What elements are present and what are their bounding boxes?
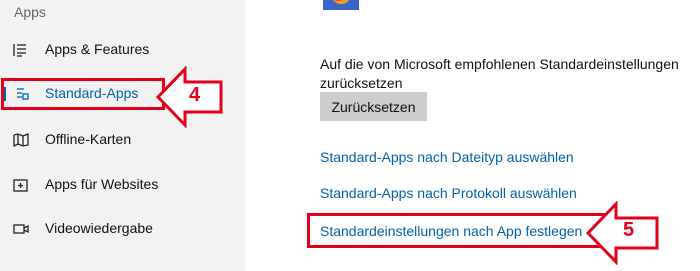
app-logo-icon (323, 0, 359, 10)
apps-features-icon (12, 42, 30, 58)
sidebar: Apps Apps & Features Standard-Apps Offli… (0, 0, 245, 271)
sidebar-item-label: Apps & Features (45, 41, 150, 57)
annotation-highlight-box (1, 78, 165, 110)
sidebar-item-apps-for-websites[interactable]: Apps für Websites (0, 170, 240, 200)
map-icon (12, 132, 30, 148)
sidebar-item-label: Videowiedergabe (45, 220, 153, 236)
website-apps-icon (12, 177, 30, 193)
annotation-highlight-box (307, 213, 609, 248)
annotation-step-4: 4 (189, 84, 201, 106)
reset-button[interactable]: Zurücksetzen (320, 92, 427, 121)
sidebar-item-label: Apps für Websites (45, 176, 159, 192)
reset-description: Auf die von Microsoft empfohlenen Standa… (320, 56, 679, 91)
sidebar-item-video-playback[interactable]: Videowiedergabe (0, 214, 240, 244)
link-choose-by-protocol[interactable]: Standard-Apps nach Protokoll auswählen (320, 185, 577, 201)
sidebar-item-label: Offline-Karten (45, 131, 132, 147)
video-icon (12, 221, 30, 237)
main-content: Auf die von Microsoft empfohlenen Standa… (245, 0, 700, 271)
link-choose-by-file-type[interactable]: Standard-Apps nach Dateityp auswählen (320, 149, 574, 165)
sidebar-item-apps-features[interactable]: Apps & Features (0, 35, 240, 65)
annotation-step-5: 5 (623, 219, 635, 241)
sidebar-item-offline-maps[interactable]: Offline-Karten (0, 125, 240, 155)
section-title: Apps (14, 4, 46, 20)
